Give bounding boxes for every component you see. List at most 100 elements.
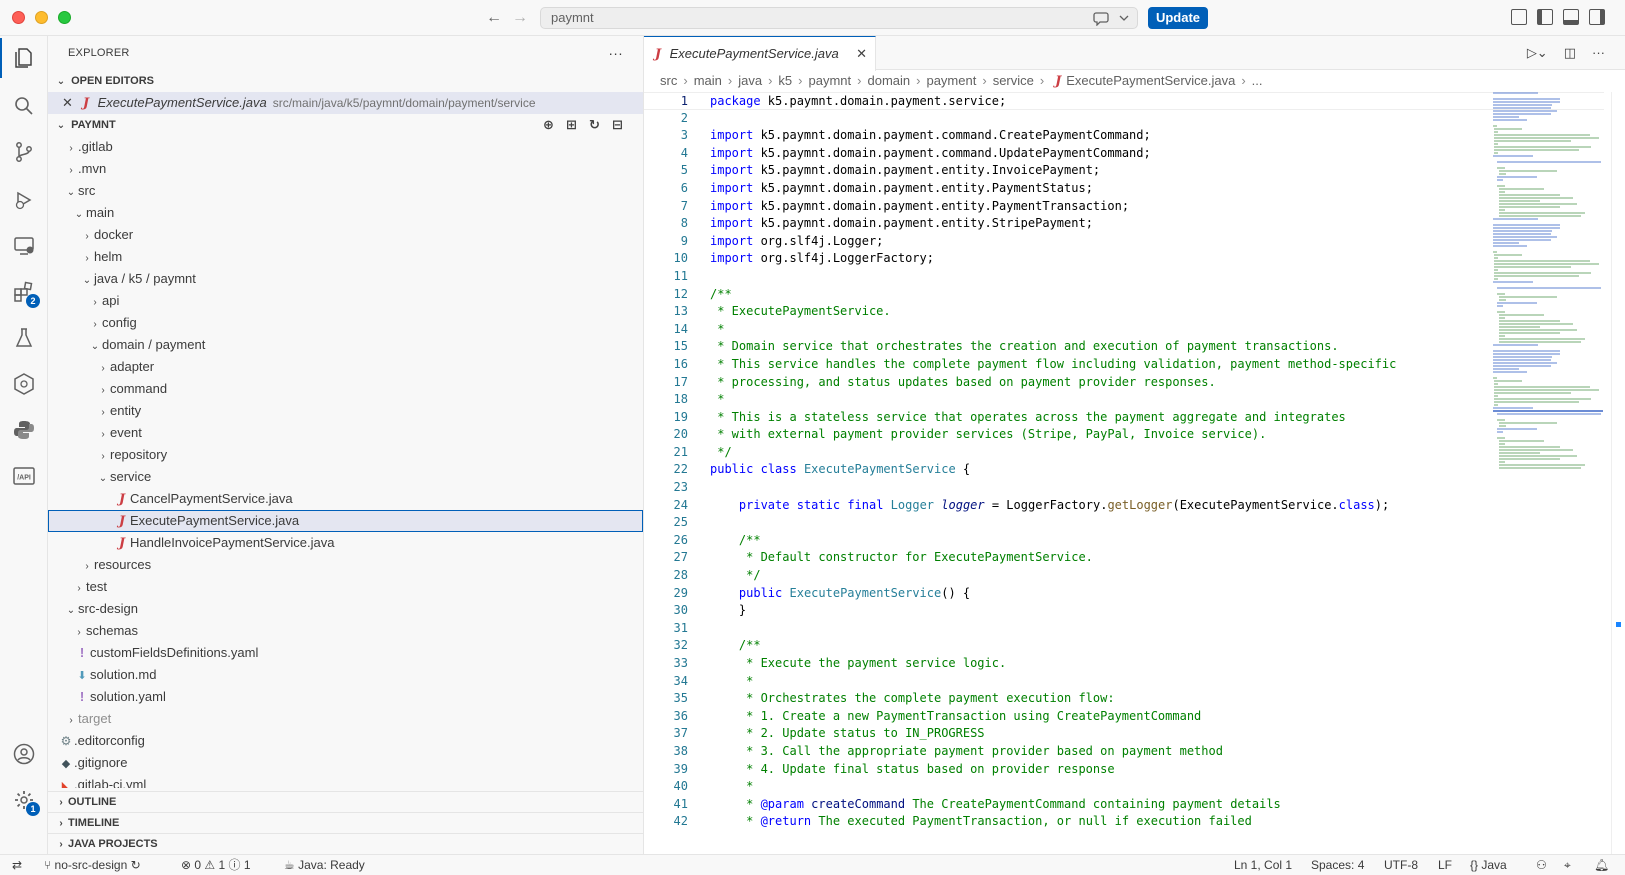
kubernetes-icon[interactable] (12, 372, 36, 396)
tree-folder-mvn[interactable]: › .mvn (48, 158, 643, 180)
command-center-search[interactable]: paymnt (540, 7, 1138, 29)
editor-scrollbar[interactable] (1611, 92, 1625, 854)
breadcrumb-item[interactable]: paymnt (809, 73, 852, 88)
workspace-section[interactable]: ⌄ PAYMNT ⊕ ⊞ ↻ ⊟ (48, 114, 643, 136)
code-line[interactable]: 38 * 3. Call the appropriate payment pro… (644, 743, 1604, 761)
code-line[interactable]: 33 * Execute the payment service logic. (644, 655, 1604, 673)
code-line[interactable]: 2 (644, 110, 1604, 128)
api-icon[interactable]: /API (12, 464, 36, 488)
run-icon[interactable]: ▷⌄ (1527, 45, 1548, 61)
new-file-icon[interactable]: ⊕ (541, 117, 556, 132)
tree-folder-main[interactable]: ⌄ main (48, 202, 643, 224)
code-line[interactable]: 13 * ExecutePaymentService. (644, 303, 1604, 321)
code-line[interactable]: 20 * with external payment provider serv… (644, 426, 1604, 444)
branch-indicator[interactable]: ⑂ no-src-design ↻ (44, 855, 141, 875)
tree-folder-service[interactable]: ⌄ service (48, 466, 643, 488)
code-line[interactable]: 5 import k5.paymnt.domain.payment.entity.… (644, 162, 1604, 180)
source-control-icon[interactable] (12, 140, 36, 164)
code-line[interactable]: 25 (644, 514, 1604, 532)
remote-explorer-icon[interactable] (12, 234, 36, 258)
outline-section[interactable]: › OUTLINE (48, 791, 643, 812)
java-status[interactable]: ☕ Java: Ready (284, 855, 365, 875)
code-line[interactable]: 18 * (644, 391, 1604, 409)
breadcrumb-item[interactable]: payment (926, 73, 976, 88)
minimize-window-button[interactable] (35, 11, 48, 24)
code-line[interactable]: 31 (644, 620, 1604, 638)
tree-folder-config[interactable]: › config (48, 312, 643, 334)
toggle-primary-sidebar-icon[interactable] (1537, 9, 1553, 25)
code-line[interactable]: 35 * Orchestrates the complete payment e… (644, 690, 1604, 708)
open-editor-item[interactable]: ✕ J ExecutePaymentService.java src/main/ja… (48, 92, 643, 114)
code-line[interactable]: 14 * (644, 321, 1604, 339)
end-of-line[interactable]: LF (1438, 855, 1452, 875)
copilot-icon[interactable] (1090, 10, 1142, 27)
tree-folder-adapter[interactable]: › adapter (48, 356, 643, 378)
code-line[interactable]: 17 * processing, and status updates base… (644, 374, 1604, 392)
tree-file-solution-md[interactable]: ⬇ solution.md (48, 664, 643, 686)
python-icon[interactable] (12, 418, 36, 442)
close-icon[interactable]: ✕ (62, 92, 78, 114)
indentation[interactable]: Spaces: 4 (1311, 855, 1364, 875)
feedback-icon[interactable]: ⌖ (1564, 855, 1571, 875)
tree-folder-resources[interactable]: › resources (48, 554, 643, 576)
tree-file-editorconfig[interactable]: ⚙ .editorconfig (48, 730, 643, 752)
code-line[interactable]: 21 */ (644, 444, 1604, 462)
tree-folder-event[interactable]: › event (48, 422, 643, 444)
tree-folder-command[interactable]: › command (48, 378, 643, 400)
code-line[interactable]: 24 private static final Logger logger = … (644, 497, 1604, 515)
tree-folder-gitlab[interactable]: › .gitlab (48, 136, 643, 158)
tree-file-solution-yaml[interactable]: ! solution.yaml (48, 686, 643, 708)
minimap[interactable] (1493, 92, 1603, 472)
tree-file-execute-payment-service[interactable]: J ExecutePaymentService.java (48, 510, 643, 532)
tree-folder-src-design[interactable]: ⌄ src-design (48, 598, 643, 620)
tree-folder-schemas[interactable]: › schemas (48, 620, 643, 642)
code-line[interactable]: 29 public ExecutePaymentService() { (644, 585, 1604, 603)
tree-folder-test[interactable]: › test (48, 576, 643, 598)
code-line[interactable]: 1 package k5.paymnt.domain.payment.servic… (644, 92, 1604, 110)
tree-folder-api[interactable]: › api (48, 290, 643, 312)
code-line[interactable]: 22 public class ExecutePaymentService { (644, 461, 1604, 479)
open-editors-section[interactable]: ⌄ OPEN EDITORS (48, 70, 643, 92)
code-view[interactable]: 1 package k5.paymnt.domain.payment.servic… (644, 92, 1604, 854)
code-line[interactable]: 4 import k5.paymnt.domain.payment.command… (644, 145, 1604, 163)
code-line[interactable]: 36 * 1. Create a new PaymentTransaction … (644, 708, 1604, 726)
code-line[interactable]: 19 * This is a stateless service that op… (644, 409, 1604, 427)
breadcrumb-item[interactable]: ExecutePaymentService.java (1066, 73, 1235, 88)
split-editor-icon[interactable]: ◫ (1564, 45, 1576, 61)
code-line[interactable]: 12 /** (644, 286, 1604, 304)
code-line[interactable]: 8 import k5.paymnt.domain.payment.entity.… (644, 215, 1604, 233)
customize-layout-icon[interactable] (1511, 9, 1527, 25)
copilot-status-icon[interactable]: ⚇ (1536, 855, 1547, 875)
code-line[interactable]: 41 * @param createCommand The CreatePaym… (644, 796, 1604, 814)
java-projects-section[interactable]: › JAVA PROJECTS (48, 833, 643, 854)
code-line[interactable]: 28 */ (644, 567, 1604, 585)
code-line[interactable]: 26 /** (644, 532, 1604, 550)
explorer-icon[interactable] (0, 38, 36, 78)
tree-folder-helm[interactable]: › helm (48, 246, 643, 268)
manage-gear-icon[interactable]: 1 (12, 788, 40, 816)
breadcrumb-item[interactable]: ... (1252, 73, 1263, 88)
tree-folder-docker[interactable]: › docker (48, 224, 643, 246)
code-line[interactable]: 11 (644, 268, 1604, 286)
back-arrow-icon[interactable]: ← (484, 8, 504, 28)
more-actions-icon[interactable]: ··· (608, 36, 623, 70)
editor-tab-execute-payment-service[interactable]: J ExecutePaymentService.java ✕ (644, 36, 876, 71)
maximize-window-button[interactable] (58, 11, 71, 24)
run-debug-icon[interactable] (12, 188, 36, 212)
tree-folder-src[interactable]: ⌄ src (48, 180, 643, 202)
tree-file-gitignore[interactable]: ◆ .gitignore (48, 752, 643, 774)
toggle-panel-icon[interactable] (1563, 9, 1579, 25)
tree-folder-repository[interactable]: › repository (48, 444, 643, 466)
search-icon[interactable] (12, 94, 36, 118)
code-line[interactable]: 10 import org.slf4j.LoggerFactory; (644, 250, 1604, 268)
sync-icon[interactable]: ↻ (131, 858, 141, 872)
code-line[interactable]: 15 * Domain service that orchestrates th… (644, 338, 1604, 356)
breadcrumb-item[interactable]: main (694, 73, 722, 88)
code-line[interactable]: 37 * 2. Update status to IN_PROGRESS (644, 725, 1604, 743)
breadcrumb-item[interactable]: domain (867, 73, 910, 88)
toggle-secondary-sidebar-icon[interactable] (1589, 9, 1605, 25)
more-actions-icon[interactable]: ··· (1592, 45, 1605, 61)
new-folder-icon[interactable]: ⊞ (564, 117, 579, 132)
code-line[interactable]: 40 * (644, 778, 1604, 796)
remote-indicator-icon[interactable]: ⇄ (12, 855, 22, 875)
